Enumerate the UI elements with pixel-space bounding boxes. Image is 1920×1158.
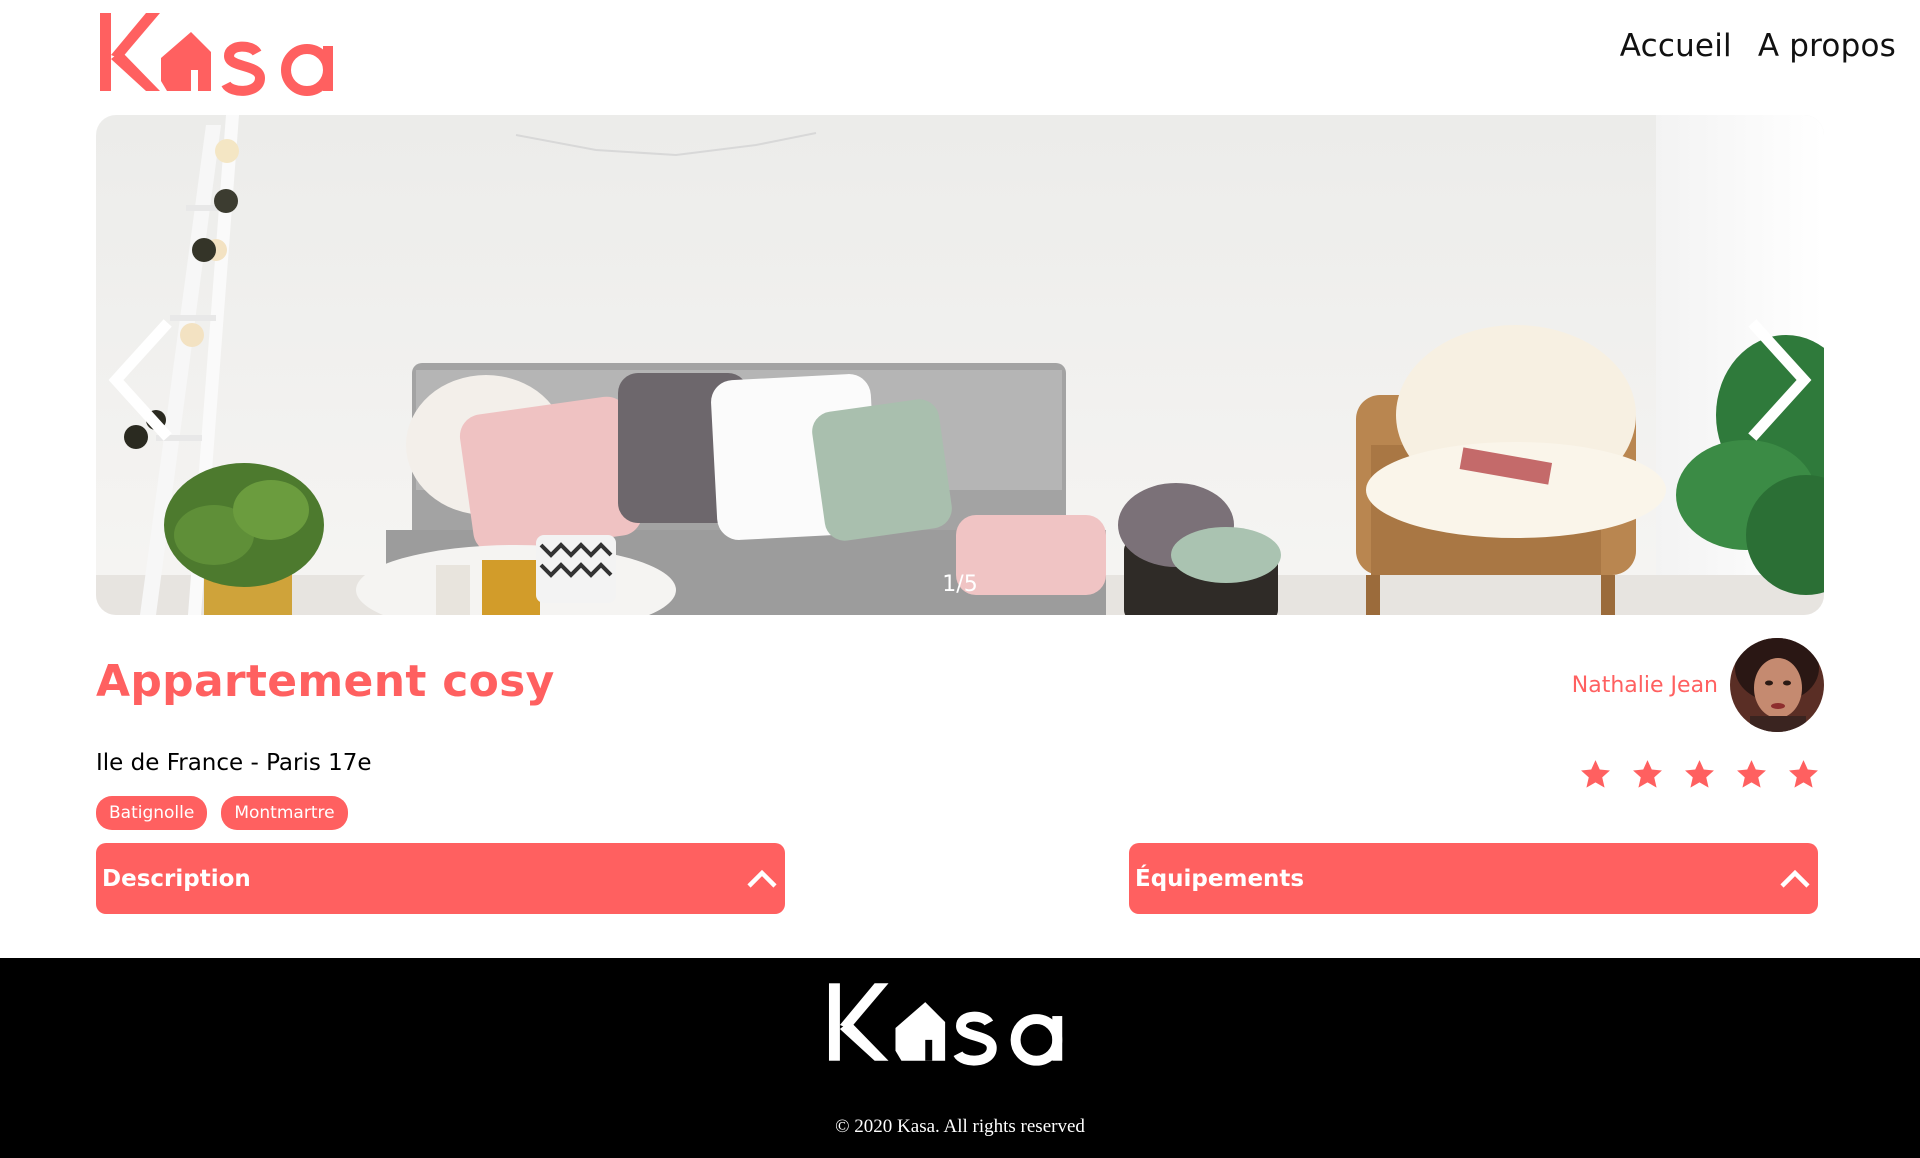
description-collapse-label: Description <box>102 865 251 892</box>
tag-list: Batignolle Montmartre <box>96 796 348 830</box>
host-info: Nathalie Jean <box>1572 638 1824 732</box>
kasa-logo[interactable] <box>97 8 367 98</box>
chevron-up-icon <box>1778 862 1812 896</box>
star-icon <box>1631 758 1664 791</box>
carousel-counter: 1/5 <box>942 572 978 597</box>
description-collapse-header[interactable]: Description <box>96 843 785 914</box>
site-footer: © 2020 Kasa. All rights reserved <box>0 958 1920 1158</box>
chevron-right-icon <box>1748 319 1812 441</box>
carousel-next-button[interactable] <box>1738 315 1818 445</box>
nav-link-a-propos[interactable]: A propos <box>1758 28 1896 64</box>
host-avatar <box>1730 638 1824 732</box>
star-icon <box>1683 758 1716 791</box>
listing-location: Ile de France - Paris 17e <box>96 750 372 776</box>
kasa-logo-mark <box>828 983 1063 1066</box>
chevron-left-icon <box>108 319 172 441</box>
site-header: Accueil A propos <box>0 0 1920 110</box>
star-icon <box>1787 758 1820 791</box>
copyright-text: © 2020 Kasa. All rights reserved <box>835 1116 1085 1137</box>
tag-batignolle: Batignolle <box>96 796 208 830</box>
main-nav: Accueil A propos <box>1620 28 1896 64</box>
star-icon <box>1735 758 1768 791</box>
star-icon <box>1579 758 1612 791</box>
carousel-prev-button[interactable] <box>102 315 182 445</box>
listing-title: Appartement cosy <box>96 656 555 707</box>
tag-montmartre: Montmartre <box>221 796 348 830</box>
carousel-photo <box>96 115 1824 615</box>
image-carousel: 1/5 <box>96 115 1824 615</box>
nav-link-accueil[interactable]: Accueil <box>1620 28 1732 64</box>
equipment-collapse-header[interactable]: Équipements <box>1129 843 1818 914</box>
footer-kasa-logo <box>826 978 1094 1068</box>
host-name: Nathalie Jean <box>1571 672 1718 698</box>
rating-stars <box>1579 758 1820 791</box>
equipment-collapse-label: Équipements <box>1135 865 1305 892</box>
kasa-logo-mark <box>100 13 333 96</box>
chevron-up-icon <box>745 862 779 896</box>
